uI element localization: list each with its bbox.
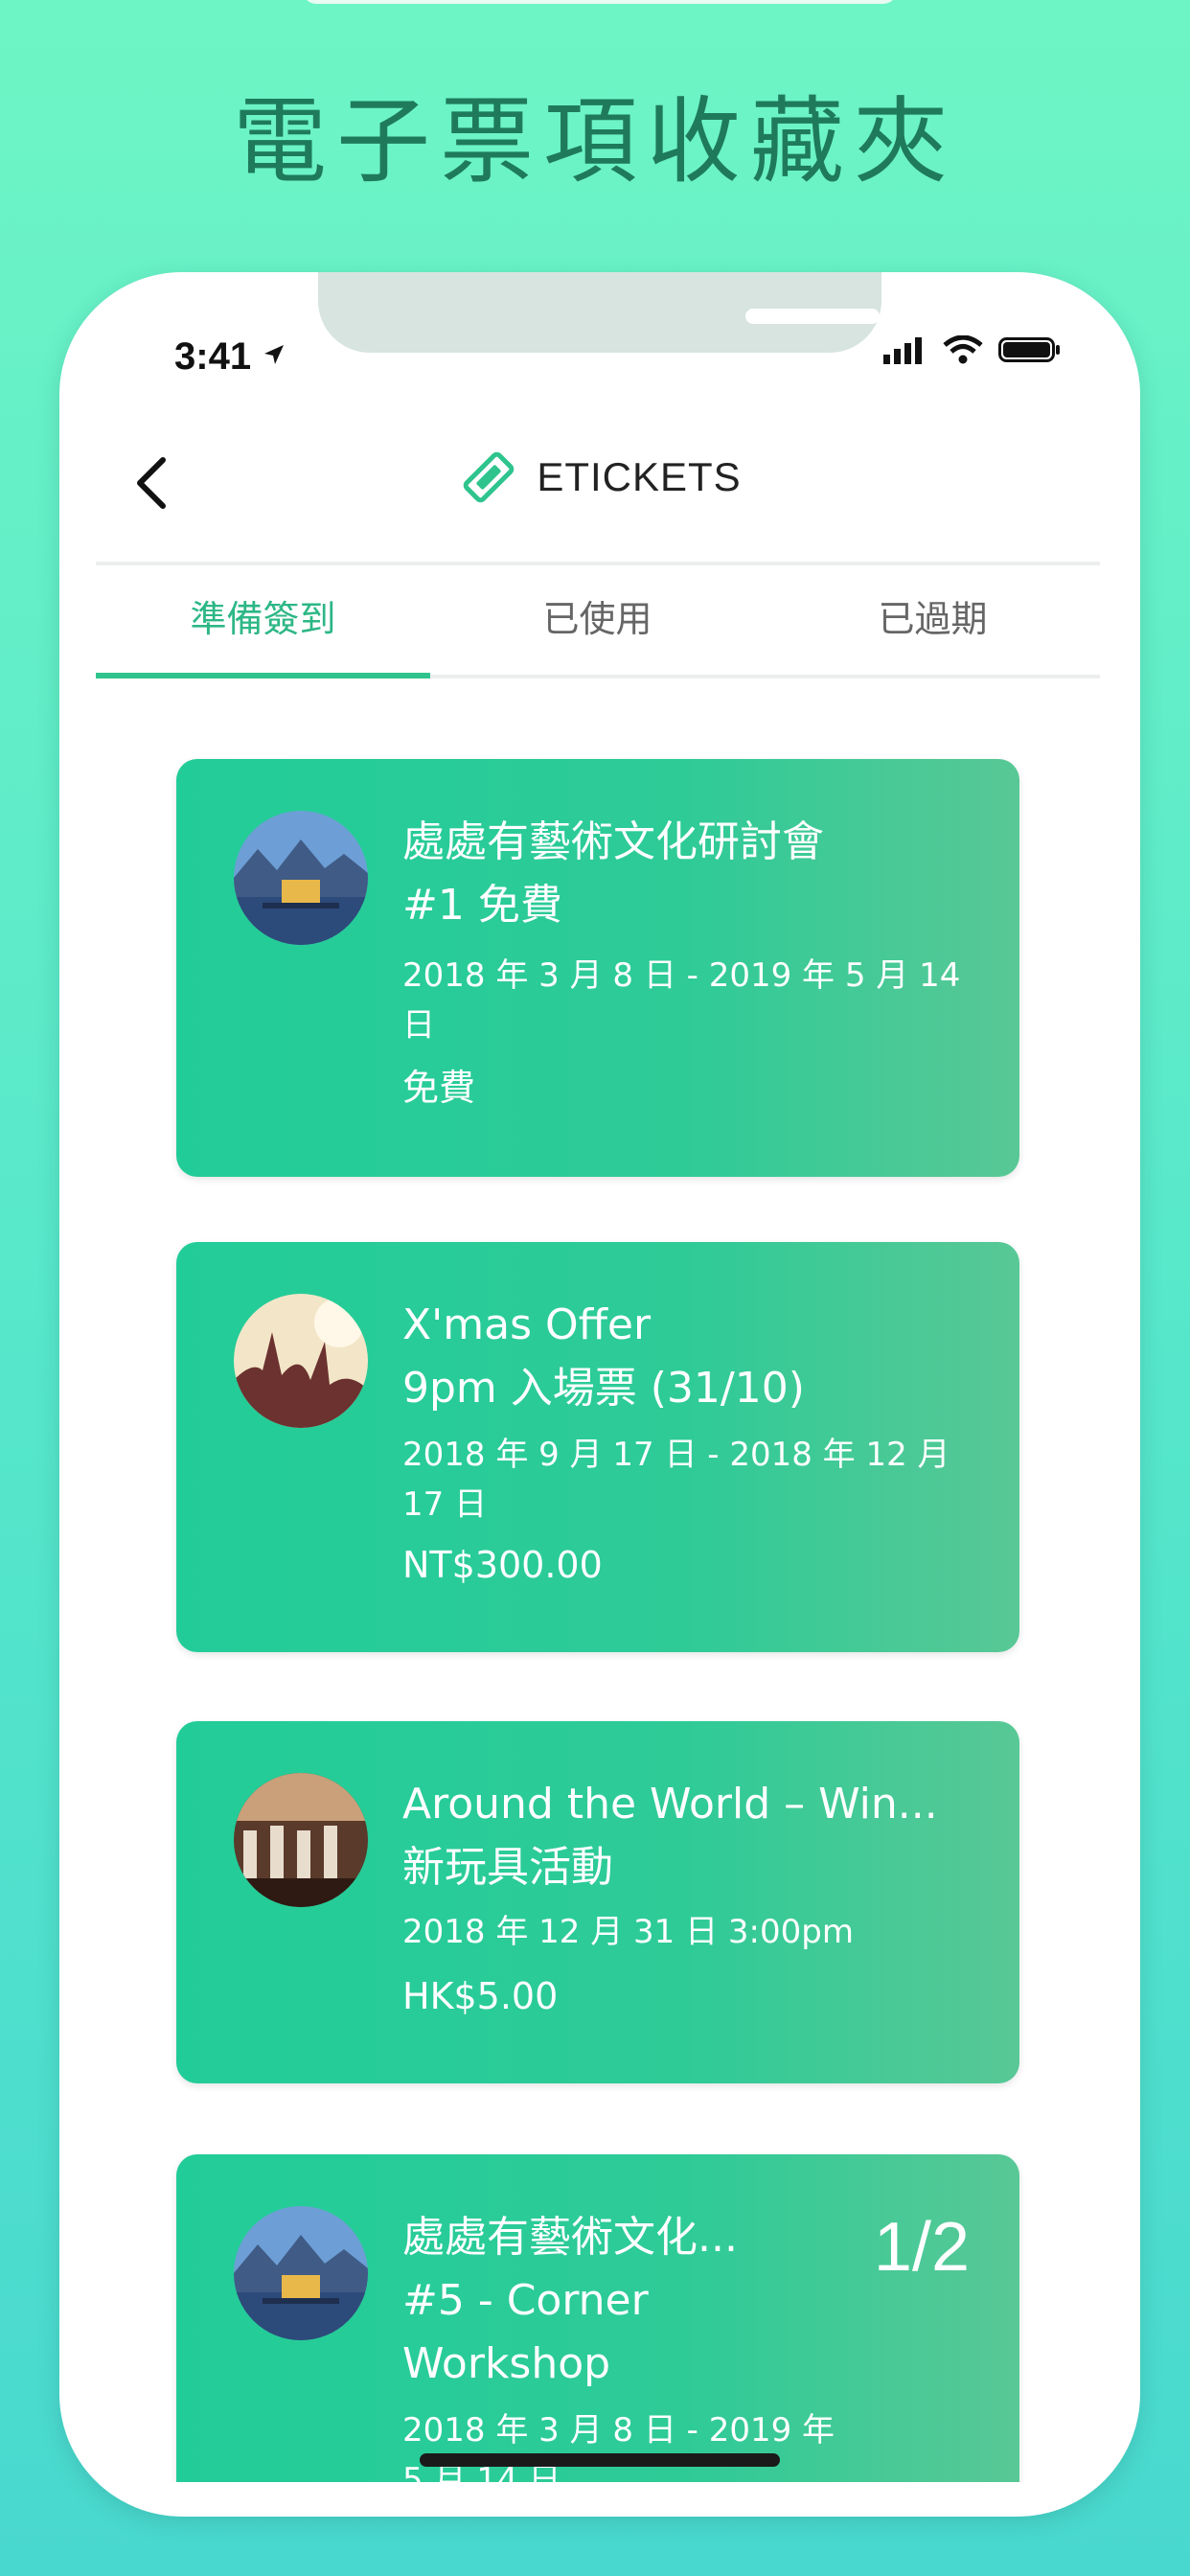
home-indicator[interactable] [420, 2453, 780, 2467]
ticket-card[interactable]: 處處有藝術文化研討會 #1 免費 2018 年 3 月 8 日 - 2019 年… [176, 759, 1019, 1177]
phone-frame: 3:41 ETICKETS 準備簽到 已使用 已過期 處處有藝術文化研討會 #1… [59, 272, 1140, 2517]
event-thumbnail [234, 1294, 368, 1428]
ticket-title-line1: 處處有藝術文化研討會 [402, 817, 824, 866]
event-thumbnail [234, 2206, 368, 2340]
ticket-title-line2: #5 - Corner [402, 2276, 649, 2325]
ticket-card[interactable]: 1/2 處處有藝術文化... #5 - Corner Workshop 2018… [176, 2154, 1019, 2482]
ticket-title-line2: 新玩具活動 [402, 1843, 613, 1892]
top-decoration [303, 0, 897, 4]
ticket-price: HK$5.00 [402, 1975, 559, 2017]
event-thumbnail [234, 1773, 368, 1907]
ticket-title-line1: 處處有藝術文化... [402, 2213, 738, 2262]
event-thumbnail [234, 811, 368, 945]
ticket-list-viewport: 處處有藝術文化研討會 #1 免費 2018 年 3 月 8 日 - 2019 年… [59, 272, 1140, 2482]
page-headline: 電子票項收藏夾 [232, 87, 957, 196]
ticket-counter: 1/2 [873, 2209, 970, 2286]
ticket-list: 處處有藝術文化研討會 #1 免費 2018 年 3 月 8 日 - 2019 年… [59, 272, 1140, 2482]
ticket-title-line2: 9pm 入場票 (31/10) [402, 1364, 805, 1413]
ticket-title: Around the World – Win... 新玩具活動 [402, 1773, 977, 1899]
ticket-title: 處處有藝術文化研討會 #1 免費 [402, 811, 977, 937]
ticket-date: 2018 年 12 月 31 日 3:00pm [402, 1913, 854, 1951]
ticket-title-line1: X'mas Offer [402, 1300, 652, 1349]
ticket-title: X'mas Offer 9pm 入場票 (31/10) [402, 1294, 977, 1420]
ticket-price: 免費 [402, 1067, 476, 1109]
ticket-title-line2: #1 免費 [402, 881, 562, 930]
ticket-date: 2018 年 3 月 8 日 - 2019 年 5 月 14 日 [402, 2411, 835, 2482]
ticket-date: 2018 年 3 月 8 日 - 2019 年 5 月 14 日 [402, 956, 961, 1045]
ticket-price: NT$300.00 [402, 1544, 603, 1586]
ticket-card[interactable]: Around the World – Win... 新玩具活動 2018 年 1… [176, 1721, 1019, 2083]
ticket-card[interactable]: X'mas Offer 9pm 入場票 (31/10) 2018 年 9 月 1… [176, 1242, 1019, 1652]
ticket-title-line1: Around the World – Win... [402, 1780, 938, 1828]
ticket-date: 2018 年 9 月 17 日 - 2018 年 12 月 17 日 [402, 1436, 950, 1524]
ticket-title: 處處有藝術文化... #5 - Corner Workshop [402, 2206, 805, 2396]
ticket-title-line3: Workshop [402, 2339, 611, 2388]
